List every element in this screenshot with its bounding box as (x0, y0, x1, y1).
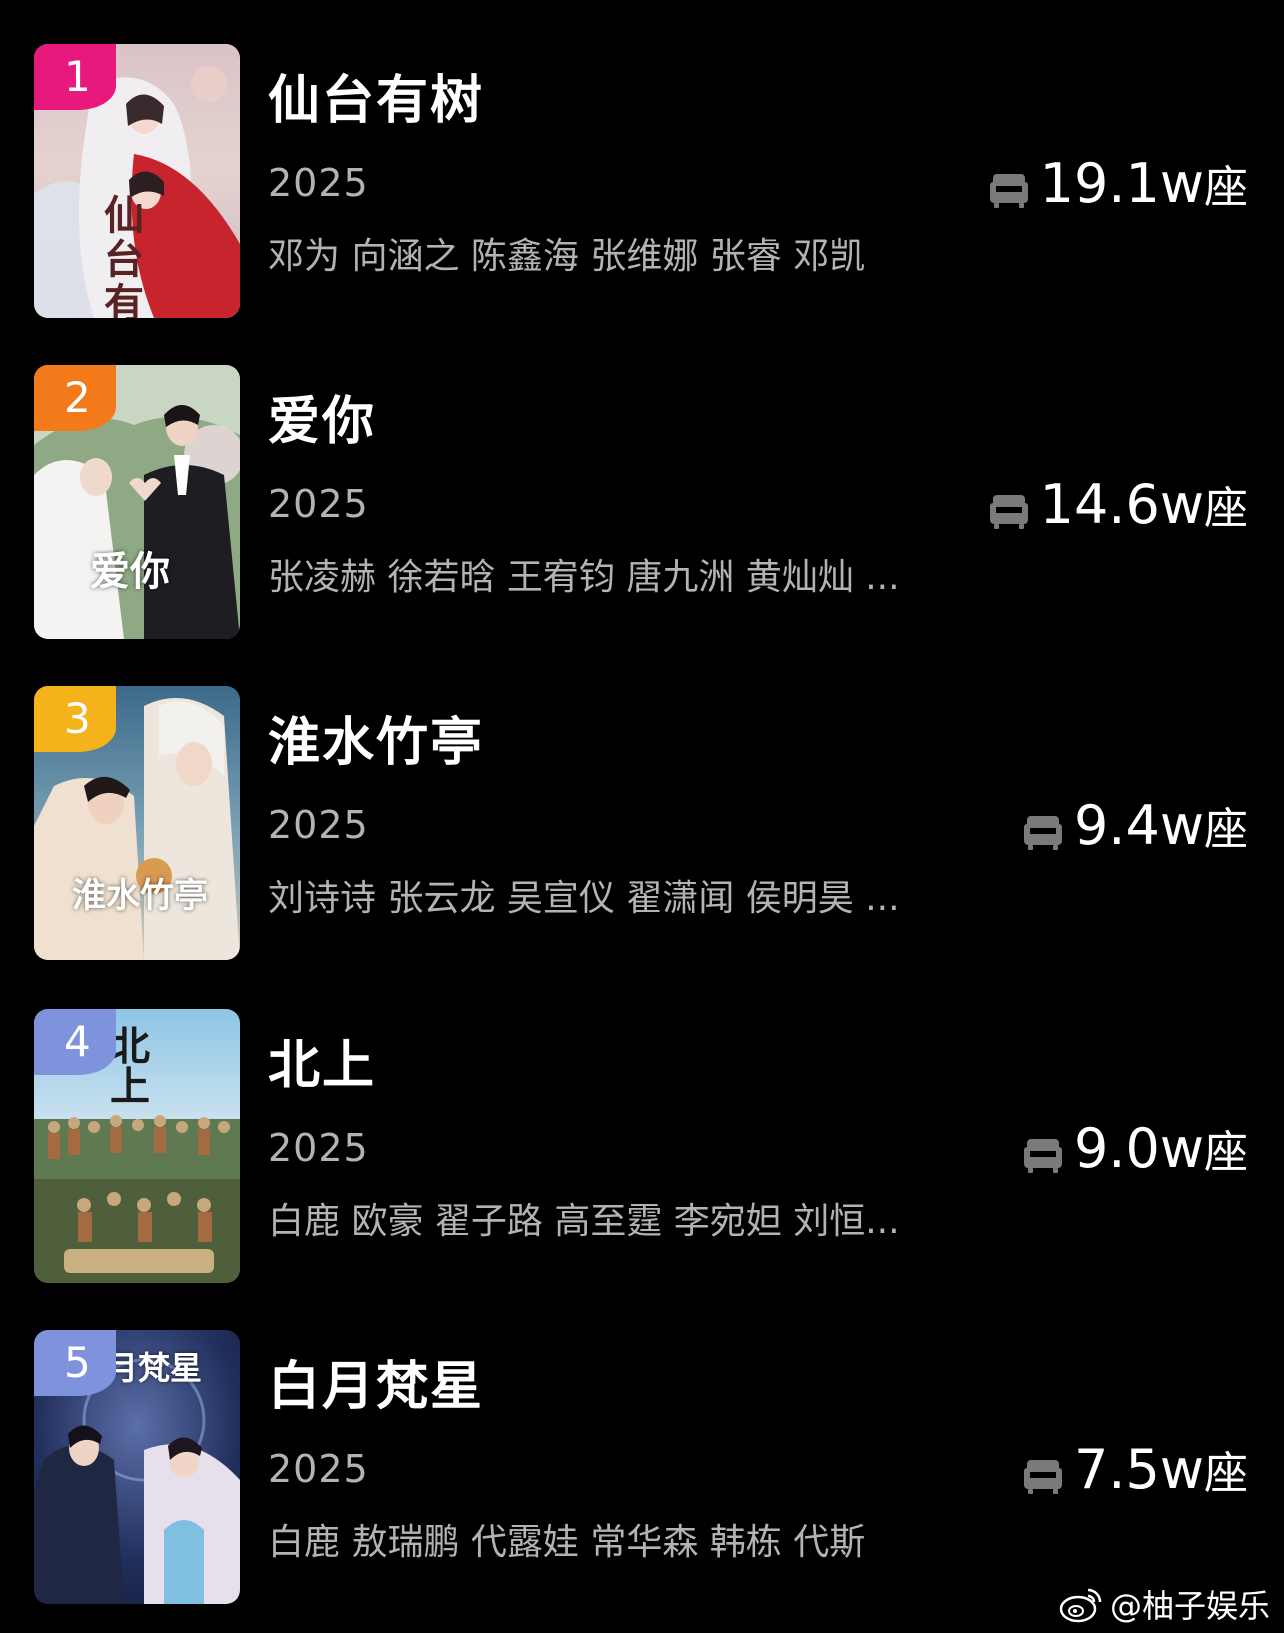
poster-title-art: 爱你 (90, 548, 170, 595)
rank-number: 5 (64, 1338, 91, 1387)
seat-value: 7.5w (1073, 1438, 1204, 1501)
rank-badge: 3 (34, 686, 116, 752)
drama-title[interactable]: 爱你 (268, 391, 376, 453)
poster-title-art: 月梵星 (106, 1349, 203, 1387)
cast-list: 张凌赫 徐若晗 王宥钧 唐九洲 黄灿灿 ... (268, 557, 900, 598)
armchair-icon (988, 489, 1030, 531)
list-item[interactable]: 北上 4 北上 2025 白鹿 欧豪 翟子路 高至霆 李宛妲 刘恒... 9.0… (0, 1009, 1284, 1283)
armchair-icon (988, 168, 1030, 210)
poster-title-art: 淮水竹亭 (72, 876, 208, 916)
poster-image[interactable]: 淮水竹亭 3 (34, 686, 240, 960)
ranking-list: 仙台有树 1 仙台有树 2025 邓为 向涵之 陈鑫海 张维娜 张睿 邓凯 19… (0, 0, 1284, 1633)
seat-value: 9.0w (1073, 1117, 1204, 1180)
seat-count: 9.4w 座 (1022, 792, 1248, 860)
seat-count: 19.1w 座 (988, 150, 1248, 218)
seat-value: 19.1w (1039, 152, 1204, 215)
cast-list: 邓为 向涵之 陈鑫海 张维娜 张睿 邓凯 (268, 236, 866, 277)
seat-unit: 座 (1204, 1127, 1248, 1178)
list-item[interactable]: 爱你 2 爱你 2025 张凌赫 徐若晗 王宥钧 唐九洲 黄灿灿 ... 14.… (0, 365, 1284, 639)
poster-image[interactable]: 北上 4 (34, 1009, 240, 1283)
rank-number: 3 (64, 694, 91, 743)
list-item[interactable]: 淮水竹亭 3 淮水竹亭 2025 刘诗诗 张云龙 吴宣仪 翟潇闻 侯明昊 ...… (0, 686, 1284, 960)
release-year: 2025 (268, 1126, 369, 1170)
cast-list: 白鹿 欧豪 翟子路 高至霆 李宛妲 刘恒... (268, 1201, 900, 1242)
release-year: 2025 (268, 161, 369, 205)
seat-count: 9.0w 座 (1022, 1115, 1248, 1183)
weibo-icon (1059, 1588, 1102, 1623)
rank-badge: 1 (34, 44, 116, 110)
seat-unit: 座 (1204, 162, 1248, 213)
release-year: 2025 (268, 1447, 369, 1491)
armchair-icon (1022, 1133, 1064, 1175)
armchair-icon (1022, 1454, 1064, 1496)
list-item[interactable]: 月梵星 5 白月梵星 2025 白鹿 敖瑞鹏 代露娃 常华森 韩栋 代斯 7.5… (0, 1330, 1284, 1604)
rank-number: 1 (64, 52, 91, 101)
drama-title[interactable]: 白月梵星 (268, 1356, 484, 1418)
poster-title-art: 北上 (110, 1023, 150, 1110)
seat-count: 14.6w 座 (988, 471, 1248, 539)
armchair-icon (1022, 810, 1064, 852)
drama-title[interactable]: 北上 (268, 1035, 376, 1097)
release-year: 2025 (268, 482, 369, 526)
cast-list: 白鹿 敖瑞鹏 代露娃 常华森 韩栋 代斯 (268, 1522, 866, 1563)
seat-unit: 座 (1204, 483, 1248, 534)
seat-count: 7.5w 座 (1022, 1436, 1248, 1504)
poster-image[interactable]: 仙台有树 1 (34, 44, 240, 318)
seat-unit: 座 (1204, 804, 1248, 855)
seat-value: 14.6w (1039, 473, 1204, 536)
rank-number: 2 (64, 373, 91, 422)
seat-value: 9.4w (1073, 794, 1204, 857)
rank-number: 4 (64, 1017, 91, 1066)
rank-badge: 4 (34, 1009, 116, 1075)
seat-unit: 座 (1204, 1448, 1248, 1499)
release-year: 2025 (268, 803, 369, 847)
poster-image[interactable]: 爱你 2 (34, 365, 240, 639)
rank-badge: 5 (34, 1330, 116, 1396)
poster-title-art: 仙台有树 (104, 192, 144, 319)
poster-image[interactable]: 月梵星 5 (34, 1330, 240, 1604)
watermark-text: @柚子娱乐 (1109, 1587, 1270, 1625)
watermark: @柚子娱乐 (1058, 1581, 1270, 1627)
rank-badge: 2 (34, 365, 116, 431)
cast-list: 刘诗诗 张云龙 吴宣仪 翟潇闻 侯明昊 ... (268, 878, 900, 919)
drama-title[interactable]: 淮水竹亭 (268, 712, 484, 774)
list-item[interactable]: 仙台有树 1 仙台有树 2025 邓为 向涵之 陈鑫海 张维娜 张睿 邓凯 19… (0, 44, 1284, 318)
drama-title[interactable]: 仙台有树 (268, 70, 484, 132)
